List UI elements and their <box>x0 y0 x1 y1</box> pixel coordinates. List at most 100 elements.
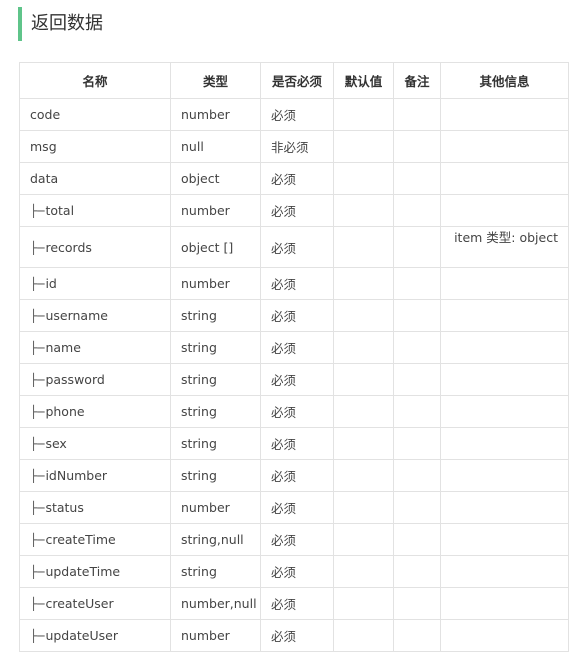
field-name: ├─sex <box>19 427 171 460</box>
field-required: 必须 <box>260 459 334 492</box>
table-row: ├─updateUser number 必须 <box>19 619 569 652</box>
field-required: 必须 <box>260 226 334 268</box>
field-name: ├─records <box>19 226 171 268</box>
field-name: ├─updateUser <box>19 619 171 652</box>
field-type: number,null <box>170 587 261 620</box>
field-default <box>333 130 394 163</box>
field-note <box>393 331 441 364</box>
response-params-table: 名称 类型 是否必须 默认值 备注 其他信息 code number 必须 ms… <box>19 62 569 652</box>
tree-branch: ├─ <box>30 204 45 218</box>
tree-branch: ├─ <box>30 341 45 355</box>
field-default <box>333 363 394 396</box>
field-note <box>393 587 441 620</box>
field-required: 必须 <box>260 299 334 332</box>
field-note <box>393 555 441 588</box>
table-row: ├─idNumber string 必须 <box>19 459 569 492</box>
tree-branch: ├─ <box>30 597 45 611</box>
field-required: 必须 <box>260 363 334 396</box>
field-required: 必须 <box>260 98 334 131</box>
field-default <box>333 226 394 268</box>
table-row: ├─phone string 必须 <box>19 395 569 428</box>
field-name: ├─status <box>19 491 171 524</box>
header-name: 名称 <box>19 62 171 99</box>
field-required: 必须 <box>260 162 334 195</box>
field-name: data <box>19 162 171 195</box>
table-row: ├─name string 必须 <box>19 331 569 364</box>
field-other <box>440 491 569 524</box>
table-row: ├─id number 必须 <box>19 267 569 300</box>
field-type: number <box>170 491 261 524</box>
field-default <box>333 619 394 652</box>
field-other <box>440 587 569 620</box>
table-row: ├─createTime string,null 必须 <box>19 523 569 556</box>
tree-branch: ├─ <box>30 309 45 323</box>
field-type: object <box>170 162 261 195</box>
tree-branch: ├─ <box>30 533 45 547</box>
field-name: code <box>19 98 171 131</box>
field-type: string,null <box>170 523 261 556</box>
table-row: ├─status number 必须 <box>19 491 569 524</box>
field-note <box>393 427 441 460</box>
field-name: ├─phone <box>19 395 171 428</box>
field-required: 必须 <box>260 491 334 524</box>
field-name: ├─id <box>19 267 171 300</box>
field-type: null <box>170 130 261 163</box>
field-note <box>393 130 441 163</box>
field-type: string <box>170 555 261 588</box>
field-note <box>393 491 441 524</box>
field-type: number <box>170 194 261 227</box>
tree-branch: ├─ <box>30 240 45 255</box>
field-type: number <box>170 98 261 131</box>
field-other <box>440 363 569 396</box>
tree-branch: ├─ <box>30 373 45 387</box>
field-type: object [] <box>170 226 261 268</box>
table-row: ├─sex string 必须 <box>19 427 569 460</box>
field-type: number <box>170 619 261 652</box>
field-required: 必须 <box>260 267 334 300</box>
field-required: 必须 <box>260 427 334 460</box>
field-other <box>440 459 569 492</box>
tree-branch: ├─ <box>30 565 45 579</box>
field-other <box>440 395 569 428</box>
field-default <box>333 587 394 620</box>
field-name: ├─createTime <box>19 523 171 556</box>
field-type: string <box>170 459 261 492</box>
tree-branch: ├─ <box>30 437 45 451</box>
field-type: string <box>170 299 261 332</box>
field-note <box>393 162 441 195</box>
field-note <box>393 299 441 332</box>
field-type: string <box>170 427 261 460</box>
field-name: ├─username <box>19 299 171 332</box>
tree-branch: ├─ <box>30 277 45 291</box>
field-name: ├─updateTime <box>19 555 171 588</box>
field-default <box>333 395 394 428</box>
field-other <box>440 267 569 300</box>
field-other <box>440 194 569 227</box>
field-note <box>393 459 441 492</box>
field-other <box>440 427 569 460</box>
field-required: 必须 <box>260 523 334 556</box>
table-row: ├─updateTime string 必须 <box>19 555 569 588</box>
field-default <box>333 267 394 300</box>
field-note <box>393 619 441 652</box>
field-other <box>440 299 569 332</box>
field-required: 必须 <box>260 555 334 588</box>
table-row: ├─records object [] 必须 item 类型: object <box>19 226 569 268</box>
section-title: 返回数据 <box>18 7 103 41</box>
field-default <box>333 98 394 131</box>
field-note <box>393 226 441 268</box>
field-required: 必须 <box>260 619 334 652</box>
header-type: 类型 <box>170 62 261 99</box>
table-row: msg null 非必须 <box>19 130 569 163</box>
field-type: string <box>170 363 261 396</box>
table-row: data object 必须 <box>19 162 569 195</box>
field-note <box>393 194 441 227</box>
field-type: string <box>170 395 261 428</box>
field-other <box>440 619 569 652</box>
field-other <box>440 162 569 195</box>
field-required: 必须 <box>260 395 334 428</box>
field-name: msg <box>19 130 171 163</box>
field-note <box>393 98 441 131</box>
field-required: 必须 <box>260 194 334 227</box>
table-row: ├─total number 必须 <box>19 194 569 227</box>
